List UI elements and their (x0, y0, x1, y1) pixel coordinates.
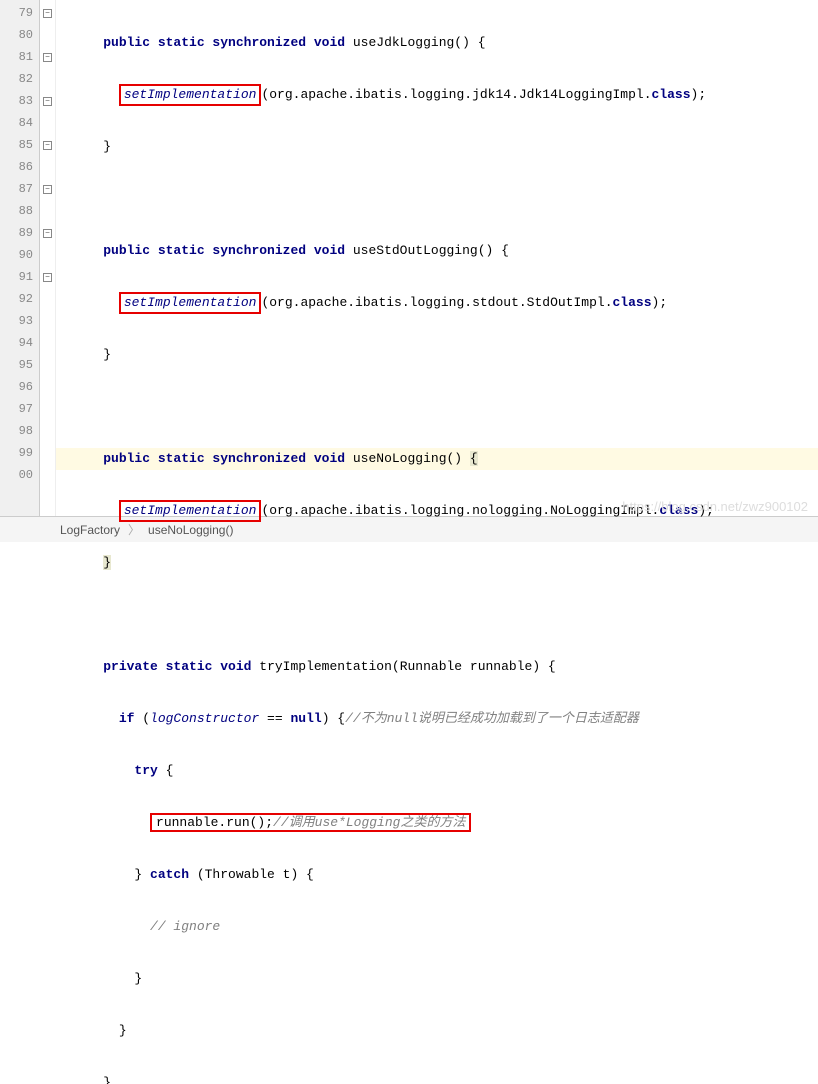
code-line: public static synchronized void useJdkLo… (56, 32, 818, 54)
watermark: https://blog.csdn.net/zwz900102 (622, 499, 808, 514)
code-line: try { (56, 760, 818, 782)
highlighted-call: setImplementation (119, 292, 262, 314)
fold-column: − − − − − − − (40, 0, 56, 516)
code-line: } catch (Throwable t) { (56, 864, 818, 886)
fold-minus-icon[interactable]: − (43, 9, 52, 18)
line-number: 89 (0, 222, 39, 244)
code-line: } (56, 1020, 818, 1042)
line-number: 90 (0, 244, 39, 266)
code-line: } (56, 968, 818, 990)
code-line (56, 604, 818, 626)
line-number-gutter: 79 80 81 82 83 84 85 86 87 88 89 90 91 9… (0, 0, 40, 516)
code-line: } (56, 552, 818, 574)
line-number: 87 (0, 178, 39, 200)
line-number: 84 (0, 112, 39, 134)
fold-minus-icon[interactable]: − (43, 229, 52, 238)
code-line: // ignore (56, 916, 818, 938)
code-line: runnable.run();//调用use*Logging之类的方法 (56, 812, 818, 834)
line-number: 94 (0, 332, 39, 354)
code-line: if (logConstructor == null) {//不为null说明已… (56, 708, 818, 730)
current-line: public static synchronized void useNoLog… (56, 448, 818, 470)
code-line: private static void tryImplementation(Ru… (56, 656, 818, 678)
code-editor[interactable]: 79 80 81 82 83 84 85 86 87 88 89 90 91 9… (0, 0, 818, 516)
line-number: 97 (0, 398, 39, 420)
line-number: 79 (0, 2, 39, 24)
highlighted-call: setImplementation (119, 500, 262, 522)
code-line: } (56, 136, 818, 158)
line-number: 81 (0, 46, 39, 68)
fold-minus-icon[interactable]: − (43, 141, 52, 150)
line-number: 91 (0, 266, 39, 288)
code-line: } (56, 1072, 818, 1084)
line-number: 93 (0, 310, 39, 332)
code-area[interactable]: public static synchronized void useJdkLo… (56, 0, 818, 516)
fold-minus-icon[interactable]: − (43, 185, 52, 194)
line-number: 83 (0, 90, 39, 112)
line-number: 92 (0, 288, 39, 310)
code-line (56, 396, 818, 418)
code-line: } (56, 344, 818, 366)
line-number: 00 (0, 464, 39, 486)
line-number: 95 (0, 354, 39, 376)
code-line: setImplementation(org.apache.ibatis.logg… (56, 292, 818, 314)
code-line (56, 188, 818, 210)
highlighted-call: runnable.run();//调用use*Logging之类的方法 (150, 813, 471, 832)
line-number: 99 (0, 442, 39, 464)
line-number: 96 (0, 376, 39, 398)
fold-minus-icon[interactable]: − (43, 273, 52, 282)
line-number: 82 (0, 68, 39, 90)
fold-minus-icon[interactable]: − (43, 53, 52, 62)
line-number: 86 (0, 156, 39, 178)
line-number: 80 (0, 24, 39, 46)
line-number: 85 (0, 134, 39, 156)
code-line: setImplementation(org.apache.ibatis.logg… (56, 84, 818, 106)
line-number: 88 (0, 200, 39, 222)
fold-minus-icon[interactable]: − (43, 97, 52, 106)
code-line: public static synchronized void useStdOu… (56, 240, 818, 262)
line-number: 98 (0, 420, 39, 442)
highlighted-call: setImplementation (119, 84, 262, 106)
